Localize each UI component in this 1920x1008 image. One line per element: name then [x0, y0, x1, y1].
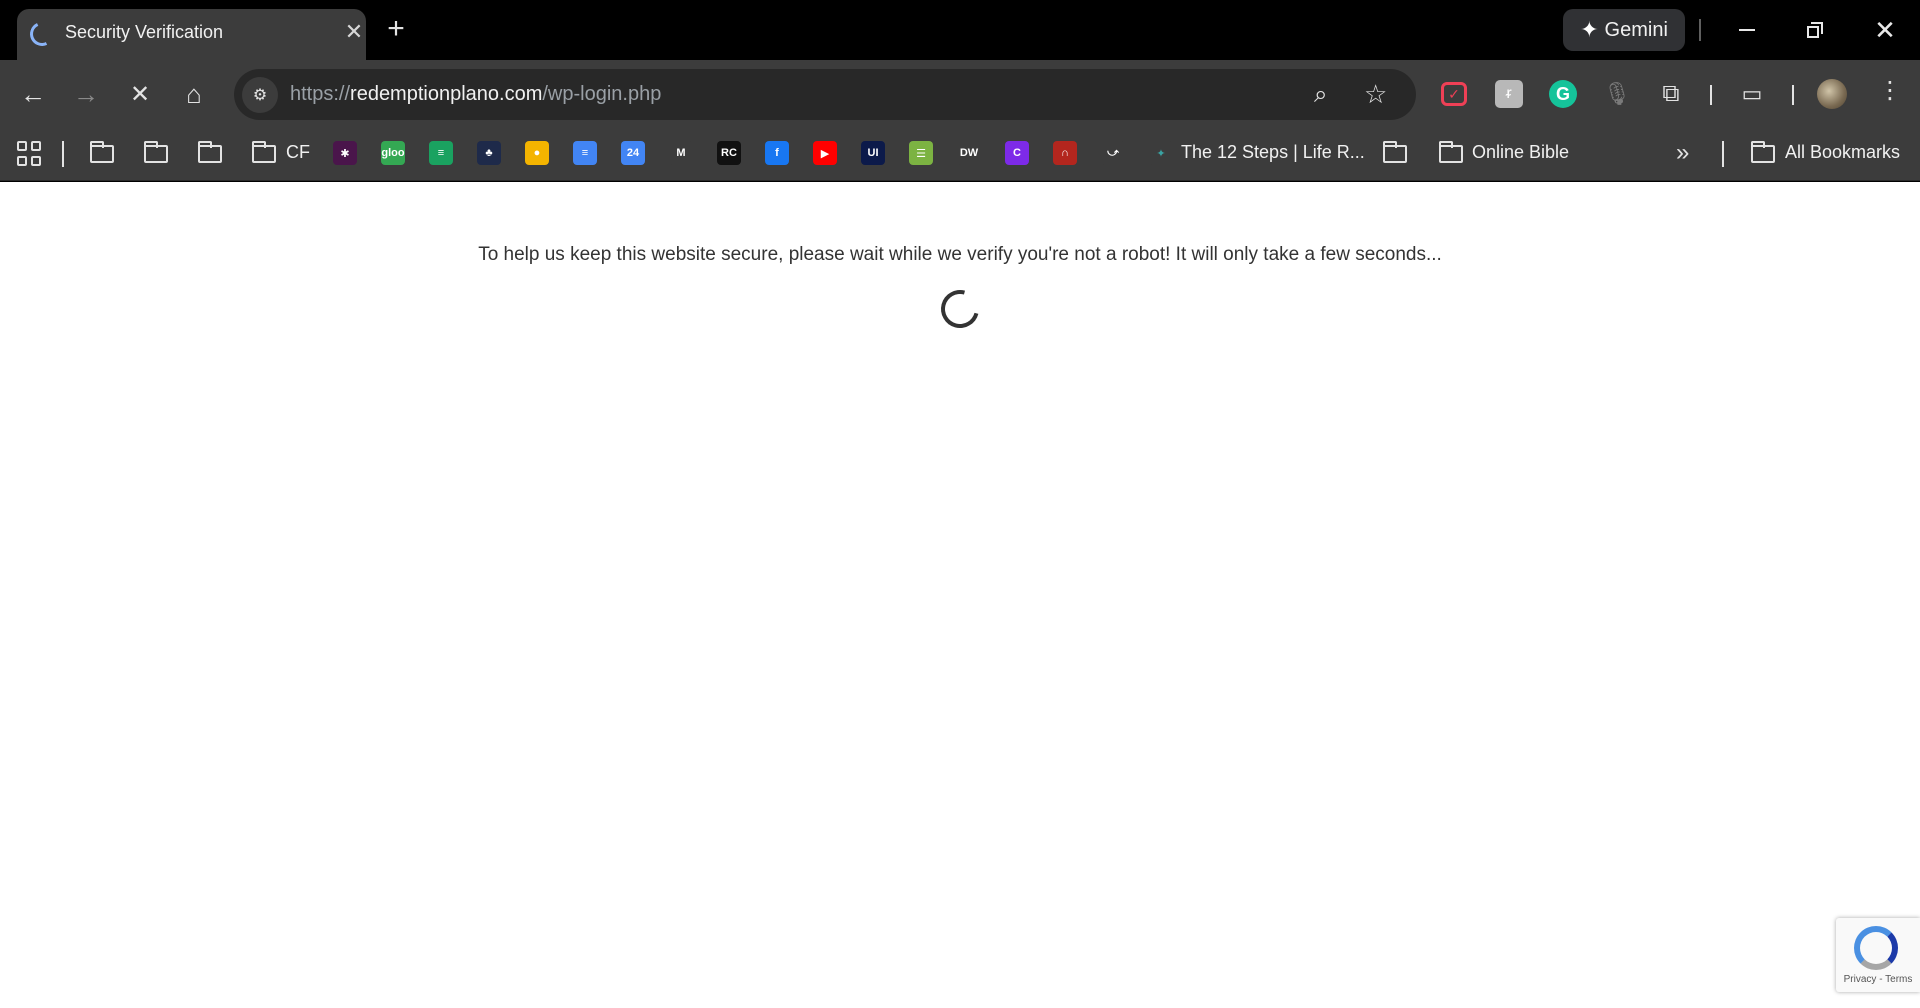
bookmark-folder-icon[interactable] [1383, 141, 1407, 163]
divider [62, 141, 64, 167]
docs-icon[interactable]: ≡ [573, 141, 597, 165]
rc-icon[interactable]: RC [717, 141, 741, 165]
url-text[interactable]: https://redemptionplano.com/wp-login.php [290, 83, 661, 106]
facebook-icon[interactable]: f [765, 141, 789, 165]
all-bookmarks-folder-icon[interactable] [1751, 141, 1775, 163]
sheet-icon[interactable]: ≡ [429, 141, 453, 165]
gemini-button[interactable]: ✦ Gemini [1563, 9, 1685, 51]
divider [1722, 141, 1724, 167]
zoom-out-icon[interactable]: ⌕ [1314, 81, 1327, 109]
loading-spinner-icon [934, 283, 986, 335]
slack-icon[interactable]: ✱ [333, 141, 357, 165]
bookmark-folder-cf-label[interactable]: CF [286, 142, 310, 163]
minimize-icon [1739, 29, 1755, 31]
bookmarks-bar: CF ✱ gloo ≡ ♣ ● ≡ 24 M RC f ▶ UI ☰ DW C ∩ ⤻ ✦ The 12 Step… [0, 128, 1920, 181]
bookmark-folder-online-bible-icon[interactable] [1439, 141, 1463, 163]
tree-icon[interactable]: ♣ [477, 141, 501, 165]
apps-grid-icon[interactable] [17, 141, 43, 167]
red-app-icon[interactable]: ⤻ [1101, 141, 1125, 165]
divider [1710, 85, 1712, 105]
gmail-icon[interactable]: M [669, 141, 693, 165]
extensions-puzzle-icon[interactable]: ⧉ [1657, 80, 1685, 108]
stop-loading-button[interactable]: ✕ [121, 75, 159, 113]
recaptcha-badge[interactable]: Privacy - Terms [1836, 918, 1920, 992]
bookmark-folder-icon[interactable] [144, 141, 168, 163]
url-scheme: https:// [290, 83, 351, 105]
url-path: /wp-login.php [542, 83, 662, 105]
bookmark-folder-icon[interactable] [90, 141, 114, 163]
bookmarks-overflow-icon[interactable]: » [1676, 139, 1689, 167]
cat-extension-icon[interactable]: ᵲ [1495, 80, 1523, 108]
tab-loading-icon [26, 18, 58, 50]
tab-title: Security Verification [65, 22, 224, 42]
tab-strip: Security Verification ✕ + ✦ Gemini ✕ [0, 0, 1920, 60]
list-icon[interactable]: ☰ [909, 141, 933, 165]
all-bookmarks[interactable]: All Bookmarks [1785, 142, 1900, 163]
tab-security-verification[interactable]: Security Verification ✕ [17, 9, 366, 60]
site-info-icon[interactable]: ⚙ [242, 77, 278, 113]
ui-icon[interactable]: UI [861, 141, 885, 165]
divider [1792, 85, 1794, 105]
bookmark-star-icon[interactable]: ☆ [1364, 79, 1387, 110]
url-host: redemptionplano.com [350, 83, 543, 105]
restore-button[interactable] [1792, 10, 1838, 50]
gloo-icon[interactable]: gloo [381, 141, 405, 165]
youtube-icon[interactable]: ▶ [813, 141, 837, 165]
minimize-button[interactable] [1724, 10, 1770, 50]
bookmark-folder-icon[interactable] [198, 141, 222, 163]
recaptcha-links[interactable]: Privacy - Terms [1836, 974, 1920, 985]
keep-icon[interactable]: ● [525, 141, 549, 165]
dw-icon[interactable]: DW [957, 141, 981, 165]
verification-message: To help us keep this website secure, ple… [478, 244, 1442, 265]
calendar-icon[interactable]: 24 [621, 141, 645, 165]
home-button[interactable]: ⌂ [175, 75, 213, 113]
address-bar[interactable]: ⚙ https://redemptionplano.com/wp-login.p… [234, 69, 1416, 120]
profile-avatar[interactable] [1817, 79, 1847, 109]
tab-close-icon[interactable]: ✕ [341, 19, 367, 45]
divider [1699, 19, 1701, 41]
bookmark-12-steps[interactable]: The 12 Steps | Life R... [1181, 142, 1365, 163]
cast-search-icon[interactable]: ▭ [1738, 80, 1766, 108]
forward-button[interactable]: → [67, 75, 105, 113]
canva-icon[interactable]: C [1005, 141, 1029, 165]
grammarly-icon[interactable]: G [1549, 80, 1577, 108]
more-menu-icon[interactable]: ⋮ [1878, 76, 1902, 105]
restore-icon [1807, 22, 1823, 38]
page-content: To help us keep this website secure, ple… [0, 182, 1920, 1008]
steps-favicon-icon: ✦ [1149, 141, 1173, 165]
back-button[interactable]: ← [14, 75, 52, 113]
gemini-label: Gemini [1604, 18, 1668, 41]
headphones-icon[interactable]: ∩ [1053, 141, 1077, 165]
recaptcha-logo-icon [1854, 926, 1898, 970]
gemini-sparkle-icon: ✦ [1580, 17, 1599, 42]
close-window-button[interactable]: ✕ [1862, 10, 1908, 50]
toolbar: ← → ✕ ⌂ ⚙ https://redemptionplano.com/wp… [0, 60, 1920, 128]
microphone-icon[interactable]: 🎙 [1603, 80, 1631, 108]
new-tab-button[interactable]: + [379, 12, 413, 46]
bookmark-online-bible[interactable]: Online Bible [1472, 142, 1569, 163]
bookmark-folder-cf-icon[interactable] [252, 141, 276, 163]
pocket-icon[interactable]: ✓ [1441, 82, 1467, 106]
